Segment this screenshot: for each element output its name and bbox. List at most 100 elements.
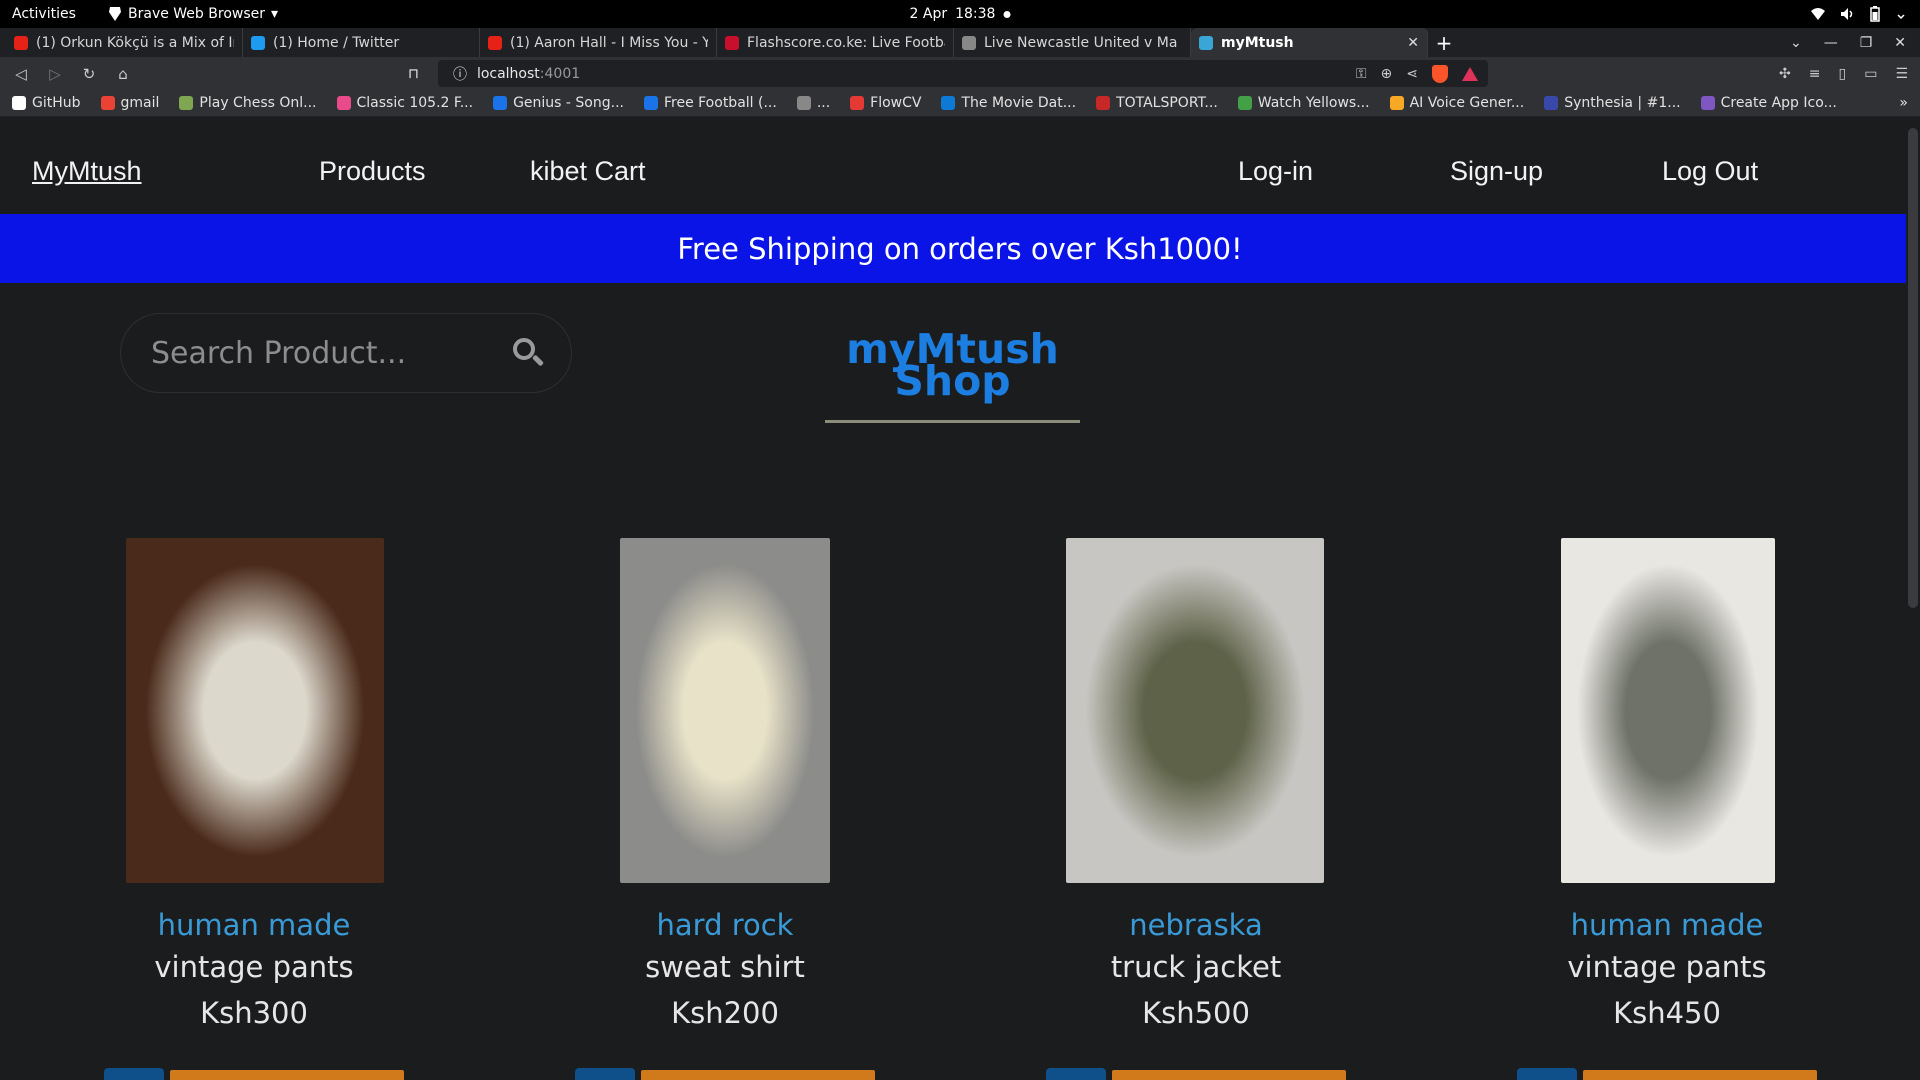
bookmark-item[interactable]: Free Football (...: [643, 95, 777, 111]
zoom-icon[interactable]: ⊕: [1381, 66, 1393, 82]
browser-toolbar: ◁ ▷ ↻ ⌂ ⊓ ⓘ localhost:4001 ⚿ ⊕ ⋖ ✣ ≡ ▯ ▭…: [0, 57, 1920, 90]
clock[interactable]: 2 Apr 18:38: [910, 6, 1011, 22]
brave-rewards-icon[interactable]: [1462, 66, 1478, 81]
details-button[interactable]: [1046, 1068, 1106, 1080]
sidebar-icon[interactable]: ▯: [1838, 66, 1846, 82]
scrollbar-thumb[interactable]: [1908, 128, 1918, 608]
product-image[interactable]: [1066, 538, 1324, 883]
bookmark-item[interactable]: Watch Yellows...: [1237, 95, 1370, 111]
bookmark-label: Synthesia | #1...: [1564, 95, 1681, 111]
page-title: myMtush Shop: [825, 329, 1080, 402]
minimize-icon[interactable]: —: [1824, 35, 1838, 51]
extension-icons: ✣ ≡ ▯ ▭ ☰: [1779, 66, 1908, 82]
product-brand[interactable]: nebraska: [986, 908, 1406, 942]
browser-tab[interactable]: (1) Orkun Kökçü is a Mix of Int: [6, 28, 243, 57]
product-image[interactable]: [126, 538, 384, 883]
new-tab-button[interactable]: +: [1428, 28, 1460, 57]
bookmark-item[interactable]: The Movie Dat...: [941, 95, 1076, 111]
bookmarks-overflow-icon[interactable]: »: [1899, 95, 1908, 111]
bookmark-item[interactable]: Genius - Song...: [493, 95, 624, 111]
flowcv-icon: [850, 96, 865, 110]
bookmark-item[interactable]: ...: [796, 95, 830, 111]
tmdb-icon: [941, 96, 956, 110]
search-icon[interactable]: [511, 336, 545, 370]
bookmark-item[interactable]: GitHub: [12, 95, 81, 111]
bookmark-item[interactable]: TOTALSPORT...: [1096, 95, 1218, 111]
nav-cart-link[interactable]: kibet Cart: [530, 156, 646, 187]
close-tab-icon[interactable]: ✕: [1407, 35, 1419, 51]
bookmark-item[interactable]: gmail: [100, 95, 159, 111]
product-brand[interactable]: human made: [44, 908, 464, 942]
bookmark-label: GitHub: [32, 95, 81, 111]
forward-icon[interactable]: ▷: [46, 65, 64, 83]
back-icon[interactable]: ◁: [12, 65, 30, 83]
wallet-icon[interactable]: ▭: [1864, 66, 1877, 82]
restore-icon[interactable]: ❐: [1860, 35, 1873, 51]
nav-signup-link[interactable]: Sign-up: [1450, 156, 1543, 187]
chess-icon: [179, 96, 194, 110]
nav-logout-link[interactable]: Log Out: [1662, 156, 1758, 187]
bookmark-label: TOTALSPORT...: [1116, 95, 1218, 111]
add-to-cart-button[interactable]: [639, 1068, 877, 1080]
radio-icon: [336, 96, 351, 110]
brave-shields-icon[interactable]: [1432, 64, 1448, 83]
app-menu[interactable]: Brave Web Browser ▾: [108, 6, 278, 22]
address-bar[interactable]: ⊓ ⓘ localhost:4001 ⚿ ⊕ ⋖: [408, 60, 1488, 87]
add-to-cart-button[interactable]: [168, 1068, 406, 1080]
product-price: Ksh500: [1142, 996, 1250, 1030]
bookmark-label: FlowCV: [870, 95, 922, 111]
add-to-cart-button[interactable]: [1581, 1068, 1819, 1080]
home-icon[interactable]: ⌂: [114, 65, 132, 83]
url-text[interactable]: localhost:4001: [477, 66, 580, 82]
system-tray[interactable]: [1810, 6, 1908, 22]
nav-products-link[interactable]: Products: [319, 156, 426, 187]
add-to-cart-button[interactable]: [1110, 1068, 1348, 1080]
reload-icon[interactable]: ↻: [80, 65, 98, 83]
bookmark-label: Classic 105.2 F...: [356, 95, 474, 111]
playlist-icon[interactable]: ≡: [1809, 66, 1821, 82]
activities-button[interactable]: Activities: [0, 6, 100, 22]
extensions-puzzle-icon[interactable]: ✣: [1779, 66, 1791, 82]
caret-down-icon: ▾: [271, 6, 279, 22]
bookmark-item[interactable]: Classic 105.2 F...: [336, 95, 474, 111]
bookmark-item[interactable]: Play Chess Onl...: [179, 95, 317, 111]
promo-text: Free Shipping on orders over Ksh1000!: [677, 231, 1243, 266]
product-brand[interactable]: human made: [1457, 908, 1877, 942]
browser-tab[interactable]: myMtush ✕: [1191, 28, 1428, 57]
github-icon: [12, 96, 26, 110]
product-image[interactable]: [620, 538, 830, 883]
bookmark-page-icon[interactable]: ⊓: [408, 66, 419, 82]
key-icon[interactable]: ⚿: [1356, 66, 1367, 82]
product-image[interactable]: [1561, 538, 1775, 883]
product-name: vintage pants: [1567, 950, 1767, 984]
bookmark-item[interactable]: FlowCV: [850, 95, 921, 111]
volume-icon: [1841, 8, 1853, 20]
browser-tab[interactable]: Flashscore.co.ke: Live Footbal: [717, 28, 954, 57]
globe-icon: [796, 96, 811, 110]
product-price: Ksh300: [200, 996, 308, 1030]
product-name: truck jacket: [1110, 950, 1282, 984]
close-window-icon[interactable]: ✕: [1894, 35, 1906, 51]
menu-icon[interactable]: ☰: [1895, 66, 1908, 82]
share-icon[interactable]: ⋖: [1406, 66, 1418, 82]
tab-search-icon[interactable]: ⌄: [1790, 35, 1802, 51]
details-button[interactable]: [1517, 1068, 1577, 1080]
totalsport-icon: [1096, 96, 1111, 110]
product-price: Ksh450: [1613, 996, 1721, 1030]
browser-tab[interactable]: Live Newcastle United v Ma: [954, 28, 1191, 57]
nav-login-link[interactable]: Log-in: [1238, 156, 1313, 187]
search-input[interactable]: [151, 335, 511, 371]
details-button[interactable]: [104, 1068, 164, 1080]
product-brand[interactable]: hard rock: [515, 908, 935, 942]
bookmark-item[interactable]: Create App Ico...: [1700, 95, 1837, 111]
details-button[interactable]: [575, 1068, 635, 1080]
voice-icon: [1389, 96, 1404, 110]
browser-tab[interactable]: (1) Aaron Hall - I Miss You - You: [480, 28, 717, 57]
site-info-icon[interactable]: ⓘ: [453, 64, 467, 84]
power-menu-icon: [1897, 14, 1905, 20]
browser-tab[interactable]: (1) Home / Twitter: [243, 28, 480, 57]
page-scrollbar[interactable]: [1906, 128, 1920, 1080]
bookmark-item[interactable]: AI Voice Gener...: [1389, 95, 1524, 111]
brand-link[interactable]: MyMtush: [32, 156, 142, 187]
bookmark-item[interactable]: Synthesia | #1...: [1544, 95, 1681, 111]
